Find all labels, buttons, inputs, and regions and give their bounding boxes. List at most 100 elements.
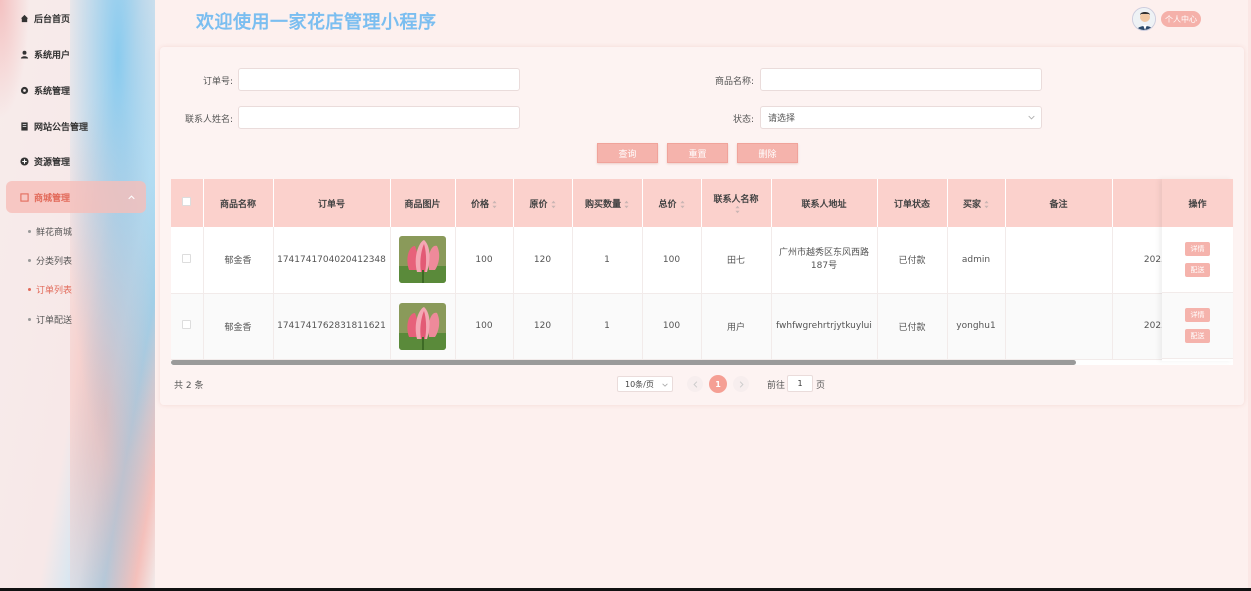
header-price[interactable]: 价格: [455, 179, 514, 227]
contact-name-input[interactable]: [238, 106, 520, 129]
sidebar-item-label: 系统管理: [34, 86, 71, 97]
sort-icon: [735, 205, 740, 213]
sidebar-subitem-delivery[interactable]: 订单配送: [28, 312, 72, 326]
sort-icon: [984, 200, 989, 208]
goto-suffix: 页: [816, 381, 826, 391]
order-table: 商品名称 订单号 商品图片 价格 原价 购买数量 总价 联系人名称 联系人地址 …: [171, 179, 1184, 360]
header-goods-image: 商品图片: [390, 179, 456, 227]
header-order-no: 订单号: [273, 179, 391, 227]
cell-buyer: admin: [947, 227, 1006, 294]
contact-name-label: 联系人姓名:: [184, 115, 233, 125]
row-checkbox[interactable]: [182, 320, 192, 329]
goods-name-label: 商品名称:: [714, 77, 754, 87]
sort-icon: [492, 200, 497, 208]
status-label: 状态:: [732, 115, 754, 125]
goods-image[interactable]: [399, 302, 446, 350]
row-select[interactable]: [171, 227, 204, 294]
header-original-price[interactable]: 原价: [513, 179, 573, 227]
chevron-right-icon: [739, 380, 744, 388]
next-page-button[interactable]: [733, 376, 749, 392]
cell-order-status: 已付款: [877, 227, 948, 294]
user-icon: [20, 50, 29, 59]
cell-original-price: 120: [513, 227, 573, 294]
cell-quantity: 1: [572, 293, 643, 360]
sidebar-subitem-flower-shop[interactable]: 鲜花商城: [28, 224, 72, 238]
header-quantity-label: 购买数量: [584, 199, 621, 210]
document-icon: [21, 121, 28, 131]
sidebar-item-system[interactable]: 系统管理: [20, 80, 70, 100]
sidebar-subitem-category[interactable]: 分类列表: [28, 253, 72, 267]
header-select-all[interactable]: [171, 179, 204, 227]
reset-button[interactable]: 重置: [667, 143, 728, 163]
sidebar-item-notice[interactable]: 网站公告管理: [20, 116, 88, 136]
cell-quantity: 1: [572, 227, 643, 294]
status-select-value: 请选择: [768, 114, 796, 124]
tulip-image: [399, 302, 446, 350]
header-remark: 备注: [1005, 179, 1113, 227]
operations-cell: 详情 配送: [1162, 227, 1233, 293]
sort-icon: [550, 200, 556, 208]
goods-image[interactable]: [399, 236, 446, 284]
deliver-button[interactable]: 配送: [1185, 263, 1210, 277]
bullet-dot: [28, 317, 31, 321]
query-button[interactable]: 查询: [597, 143, 658, 163]
chevron-down-icon: [662, 383, 668, 387]
operations-column: 操作 详情 配送 详情 配送: [1162, 179, 1233, 361]
bullet-dot: [28, 258, 31, 262]
profile-button[interactable]: 个人中心: [1161, 11, 1201, 27]
pagination-total: 共 2 条: [174, 381, 204, 391]
home-icon: [20, 14, 29, 22]
order-no-input[interactable]: [238, 68, 520, 91]
cell-goods-name: 郁金香: [203, 227, 274, 294]
header-order-status: 订单状态: [877, 179, 948, 227]
goods-name-input[interactable]: [760, 68, 1042, 91]
cell-goods-name: 郁金香: [203, 293, 274, 360]
shop-icon: [20, 192, 29, 202]
prev-page-button[interactable]: [687, 376, 703, 392]
select-all-checkbox[interactable]: [182, 197, 192, 206]
cell-remark: [1005, 293, 1113, 360]
status-select[interactable]: 请选择: [760, 106, 1042, 129]
sidebar-item-shop[interactable]: 商城管理: [20, 187, 70, 207]
header-operations: 操作: [1162, 179, 1233, 227]
header-contact-name[interactable]: 联系人名称: [701, 179, 772, 227]
plus-circle-icon: [20, 156, 29, 166]
chevron-up-icon: [128, 195, 135, 200]
sidebar-item-label: 后台首页: [34, 14, 71, 25]
cell-price: 100: [455, 293, 514, 360]
cell-contact-name: 用户: [701, 293, 772, 360]
detail-button[interactable]: 详情: [1185, 308, 1210, 322]
sidebar-subitem-label: 鲜花商城: [36, 227, 73, 238]
sidebar-subitem-label: 分类列表: [36, 256, 73, 267]
sidebar-subitem-orders[interactable]: 订单列表: [28, 282, 72, 296]
cell-buyer: yonghu1: [947, 293, 1006, 360]
cell-order-no: 1741741704020412348: [273, 227, 391, 294]
row-select[interactable]: [171, 293, 204, 360]
page-number-current[interactable]: 1: [709, 375, 727, 393]
avatar[interactable]: [1132, 7, 1156, 31]
tulip-image: [399, 236, 446, 284]
detail-button[interactable]: 详情: [1185, 242, 1210, 256]
delete-button[interactable]: 删除: [737, 143, 798, 163]
order-table-wrapper: 商品名称 订单号 商品图片 价格 原价 购买数量 总价 联系人名称 联系人地址 …: [171, 179, 1233, 365]
deliver-button[interactable]: 配送: [1185, 329, 1210, 343]
sidebar-item-users[interactable]: 系统用户: [20, 44, 70, 64]
sidebar-item-home[interactable]: 后台首页: [20, 8, 70, 28]
cell-order-no: 1741741762831811621: [273, 293, 391, 360]
row-checkbox[interactable]: [182, 253, 192, 263]
operations-cell: 详情 配送: [1162, 293, 1233, 359]
goto-page-input[interactable]: 1: [787, 375, 813, 392]
header-total[interactable]: 总价: [642, 179, 702, 227]
sidebar: 后台首页 系统用户 系统管理 网站公告管理 资源管理 商城管理 鲜花商城 分类列…: [0, 0, 155, 588]
sidebar-item-label: 网站公告管理: [34, 122, 89, 133]
page-size-value: 10条/页: [625, 379, 654, 389]
header-buyer[interactable]: 买家: [947, 179, 1006, 227]
chevron-down-icon: [1028, 115, 1035, 120]
cell-goods-image: [390, 227, 456, 294]
page-size-select[interactable]: 10条/页: [617, 376, 673, 392]
sidebar-item-resource[interactable]: 资源管理: [20, 151, 70, 171]
header-quantity[interactable]: 购买数量: [572, 179, 643, 227]
table-horizontal-scrollbar[interactable]: [171, 360, 1076, 365]
user-avatar-icon: [1133, 8, 1155, 30]
header-original-price-label: 原价: [529, 199, 548, 210]
